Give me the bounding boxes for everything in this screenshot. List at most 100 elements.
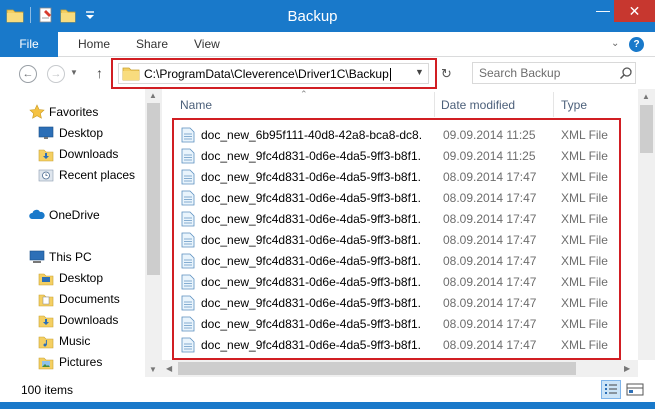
- file-list-horizontal-scrollbar[interactable]: ◀ ▶: [162, 360, 638, 377]
- details-view-button[interactable]: [601, 380, 621, 399]
- close-button[interactable]: ✕: [614, 0, 655, 22]
- file-row[interactable]: doc_new_6b95f111-40d8-42a8-bca8-dc8... 09…: [174, 124, 622, 145]
- search-icon[interactable]: [619, 66, 633, 80]
- scroll-right-icon[interactable]: ▶: [624, 364, 630, 373]
- xml-file-icon: [181, 337, 195, 353]
- file-type: XML File: [561, 317, 608, 331]
- xml-file-icon: [181, 211, 195, 227]
- xml-file-icon: [181, 253, 195, 269]
- music-icon: [38, 336, 54, 349]
- help-icon[interactable]: ?: [629, 37, 644, 52]
- desktop-icon: [38, 273, 54, 286]
- file-date-modified: 09.09.2014 11:25: [443, 128, 536, 142]
- recent-locations-icon[interactable]: ▼: [70, 68, 78, 77]
- address-bar[interactable]: C:\ProgramData\Cleverence\Driver1C\Backu…: [118, 63, 429, 84]
- nav-item-desktop[interactable]: Desktop: [0, 123, 145, 143]
- file-type: XML File: [561, 296, 608, 310]
- tab-home[interactable]: Home: [78, 32, 110, 57]
- item-count: 100 items: [21, 383, 74, 397]
- file-date-modified: 09.09.2014 11:25: [443, 149, 536, 163]
- downloads-icon: [38, 315, 54, 328]
- file-date-modified: 08.09.2014 17:47: [443, 254, 537, 268]
- file-row[interactable]: doc_new_9fc4d831-0d6e-4da5-9ff3-b8f1... 0…: [174, 271, 622, 292]
- nav-item-documents[interactable]: Documents: [0, 289, 145, 309]
- scrollbar-thumb[interactable]: [640, 105, 653, 153]
- expand-ribbon-icon[interactable]: ⌄: [611, 38, 623, 50]
- scroll-up-icon[interactable]: ▲: [642, 92, 650, 101]
- file-type: XML File: [561, 338, 608, 352]
- xml-file-icon: [181, 148, 195, 164]
- nav-item-label: OneDrive: [49, 208, 100, 222]
- file-type: XML File: [561, 149, 608, 163]
- nav-pane-scrollbar[interactable]: ▲ ▼: [145, 89, 162, 377]
- file-row[interactable]: doc_new_9fc4d831-0d6e-4da5-9ff3-b8f1... 0…: [174, 250, 622, 271]
- tab-share[interactable]: Share: [136, 32, 168, 57]
- file-name: doc_new_9fc4d831-0d6e-4da5-9ff3-b8f1...: [201, 317, 421, 331]
- nav-item-onedrive[interactable]: OneDrive: [0, 205, 145, 225]
- nav-item-label: Pictures: [59, 355, 103, 369]
- file-row[interactable]: doc_new_9fc4d831-0d6e-4da5-9ff3-b8f1... 0…: [174, 166, 622, 187]
- scroll-down-icon[interactable]: ▼: [149, 365, 157, 374]
- scroll-up-icon[interactable]: ▲: [149, 91, 157, 100]
- file-name: doc_new_9fc4d831-0d6e-4da5-9ff3-b8f1...: [201, 275, 421, 289]
- window-title: Backup: [287, 8, 338, 25]
- nav-item-downloads[interactable]: Downloads: [0, 144, 145, 164]
- file-row[interactable]: doc_new_9fc4d831-0d6e-4da5-9ff3-b8f1... 0…: [174, 334, 622, 355]
- nav-item-favorites[interactable]: Favorites: [0, 102, 145, 122]
- nav-item-pictures[interactable]: Pictures: [0, 352, 145, 372]
- scrollbar-thumb[interactable]: [147, 103, 160, 275]
- address-dropdown-icon[interactable]: ▼: [415, 67, 424, 77]
- refresh-button[interactable]: ↻: [441, 66, 452, 82]
- column-date-modified[interactable]: Date modified: [441, 98, 515, 112]
- file-row[interactable]: doc_new_9fc4d831-0d6e-4da5-9ff3-b8f1... 0…: [174, 145, 622, 166]
- nav-item-recent-places[interactable]: Recent places: [0, 165, 145, 185]
- file-type: XML File: [561, 233, 608, 247]
- tab-view[interactable]: View: [194, 32, 220, 57]
- file-date-modified: 08.09.2014 17:47: [443, 212, 537, 226]
- file-name: doc_new_9fc4d831-0d6e-4da5-9ff3-b8f1...: [201, 149, 421, 163]
- nav-item-label: Downloads: [59, 313, 119, 327]
- nav-item-label: Desktop: [59, 126, 104, 140]
- file-date-modified: 08.09.2014 17:47: [443, 275, 537, 289]
- nav-item-desktop-pc[interactable]: Desktop: [0, 268, 145, 288]
- nav-item-downloads-pc[interactable]: Downloads: [0, 310, 145, 330]
- file-date-modified: 08.09.2014 17:47: [443, 191, 537, 205]
- up-button[interactable]: ↑: [96, 65, 103, 81]
- file-type: XML File: [561, 275, 608, 289]
- address-path[interactable]: C:\ProgramData\Cleverence\Driver1C\Backu…: [144, 67, 391, 82]
- file-row[interactable]: doc_new_9fc4d831-0d6e-4da5-9ff3-b8f1... 0…: [174, 292, 622, 313]
- nav-item-music[interactable]: Music: [0, 331, 145, 351]
- title-bar[interactable]: Backup — ✕: [0, 0, 655, 32]
- file-row[interactable]: doc_new_9fc4d831-0d6e-4da5-9ff3-b8f1... 0…: [174, 229, 622, 250]
- sort-ascending-icon: ⌃: [300, 89, 308, 99]
- back-button[interactable]: ←: [19, 65, 37, 83]
- xml-file-icon: [181, 274, 195, 290]
- search-input[interactable]: [479, 66, 609, 80]
- scrollbar-thumb[interactable]: [178, 362, 576, 375]
- column-header: ⌃ Name Date modified Type: [162, 89, 638, 119]
- minimize-button[interactable]: —: [590, 2, 616, 22]
- file-row[interactable]: doc_new_9fc4d831-0d6e-4da5-9ff3-b8f1... 0…: [174, 187, 622, 208]
- computer-icon: [29, 250, 45, 263]
- scroll-left-icon[interactable]: ◀: [166, 364, 172, 373]
- column-type[interactable]: Type: [561, 98, 587, 112]
- file-list-vertical-scrollbar[interactable]: ▲: [638, 89, 655, 360]
- recent-places-icon: [38, 169, 54, 182]
- content-area: Favorites Desktop Downloads Recent place…: [0, 89, 655, 377]
- column-divider[interactable]: [553, 92, 554, 117]
- navigation-pane: Favorites Desktop Downloads Recent place…: [0, 89, 162, 377]
- tab-file[interactable]: File: [0, 32, 58, 57]
- forward-button[interactable]: →: [47, 65, 65, 83]
- file-row[interactable]: doc_new_9fc4d831-0d6e-4da5-9ff3-b8f1... 0…: [174, 208, 622, 229]
- nav-item-label: Downloads: [59, 147, 119, 161]
- column-name[interactable]: Name: [180, 98, 212, 112]
- search-box[interactable]: [472, 62, 636, 84]
- column-divider[interactable]: [434, 92, 435, 117]
- navigation-bar: ← → ▼ ↑ C:\ProgramData\Cleverence\Driver…: [0, 57, 655, 89]
- nav-item-label: Desktop: [59, 271, 104, 285]
- text-caret: [389, 68, 391, 82]
- file-row[interactable]: doc_new_9fc4d831-0d6e-4da5-9ff3-b8f1... 0…: [174, 313, 622, 334]
- nav-item-this-pc[interactable]: This PC: [0, 247, 145, 267]
- xml-file-icon: [181, 316, 195, 332]
- large-icons-view-button[interactable]: [625, 380, 645, 399]
